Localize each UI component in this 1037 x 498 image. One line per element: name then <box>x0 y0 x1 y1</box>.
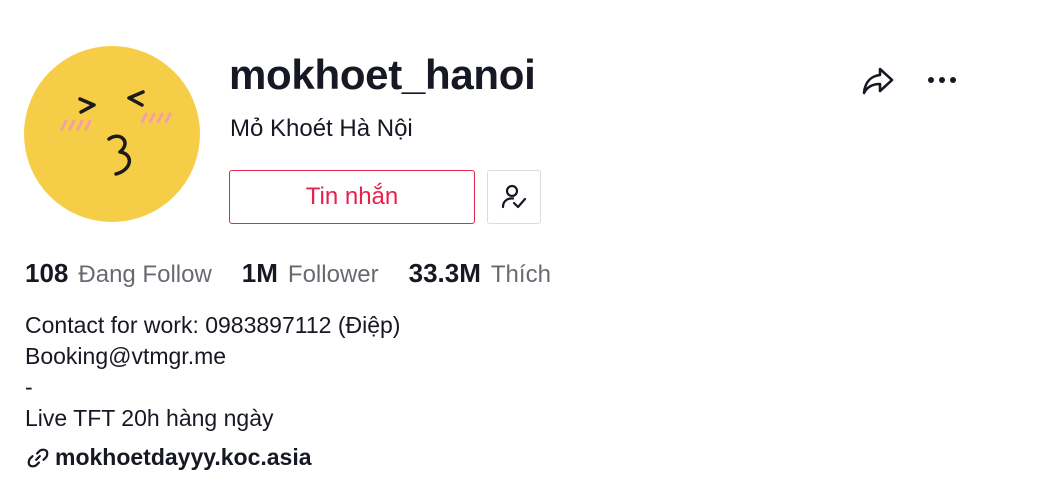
nickname: Mỏ Khoét Hà Nội <box>230 115 413 142</box>
link-text[interactable]: mokhoetdayyy.koc.asia <box>55 444 312 471</box>
share-button[interactable] <box>858 60 898 100</box>
profile-link[interactable]: mokhoetdayyy.koc.asia <box>27 444 312 471</box>
bio-line: Contact for work: 0983897112 (Điệp) <box>25 312 401 338</box>
bio-line: - <box>25 374 33 400</box>
following-count: 108 <box>25 258 69 288</box>
stat-followers[interactable]: 1M Follower <box>242 258 379 289</box>
avatar[interactable] <box>24 46 200 222</box>
more-options-button[interactable] <box>922 60 962 100</box>
profile-stats: 108 Đang Follow 1M Follower 33.3M Thích <box>25 258 581 289</box>
following-label: Đang Follow <box>78 261 212 288</box>
stat-likes: 33.3M Thích <box>409 258 551 289</box>
username: mokhoet_hanoi <box>229 51 536 98</box>
user-check-icon <box>501 184 527 209</box>
followers-label: Follower <box>287 261 379 288</box>
stat-following[interactable]: 108 Đang Follow <box>25 258 212 289</box>
avatar-face-icon <box>60 90 172 176</box>
share-icon <box>862 67 894 95</box>
followers-count: 1M <box>241 258 278 288</box>
likes-count: 33.3M <box>408 258 481 288</box>
bio-line: Booking@vtmgr.me <box>25 343 227 369</box>
likes-label: Thích <box>490 261 551 288</box>
link-icon <box>27 448 49 467</box>
message-button[interactable]: Tin nhắn <box>229 170 475 224</box>
bio-line: Live TFT 20h hàng ngày <box>25 405 274 431</box>
profile-page: mokhoet_hanoi Mỏ Khoét Hà Nội Tin nhắn 1… <box>0 0 1037 498</box>
following-button[interactable] <box>487 170 541 224</box>
more-dots-icon <box>928 77 956 83</box>
bio: Contact for work: 0983897112 (Điệp) Book… <box>25 310 400 434</box>
